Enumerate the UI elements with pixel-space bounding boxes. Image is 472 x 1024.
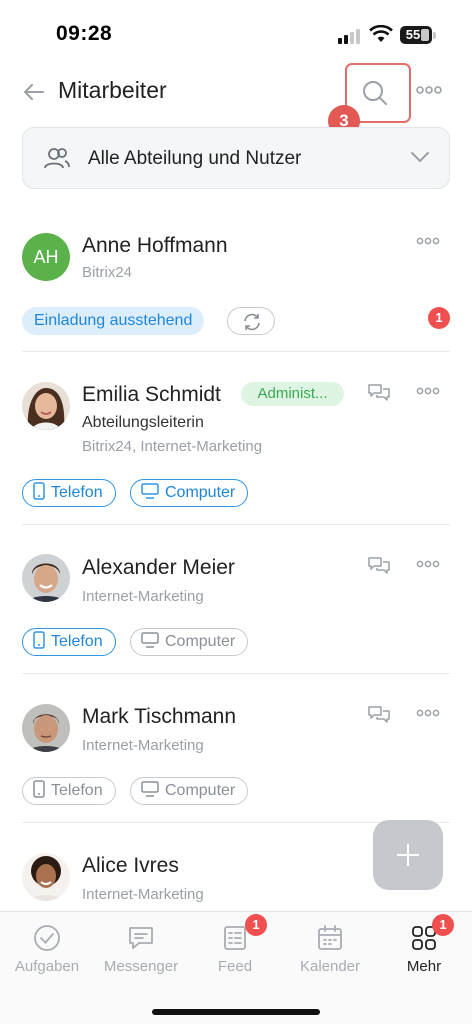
computer-icon	[141, 483, 159, 500]
notification-count-badge: 1	[428, 307, 450, 329]
calendar-icon	[318, 925, 342, 950]
tab-aufgaben[interactable]: Aufgaben	[0, 924, 94, 975]
users-icon	[44, 148, 70, 169]
more-dots-icon[interactable]	[416, 386, 440, 396]
employee-name: Alice Ivres	[82, 854, 179, 877]
computer-status-chip[interactable]: Computer	[130, 628, 249, 656]
employee-position: Abteilungsleiterin	[82, 414, 204, 431]
computer-status-chip[interactable]: Computer	[130, 479, 249, 507]
home-indicator[interactable]	[152, 1009, 320, 1015]
more-dots-icon[interactable]	[416, 559, 440, 569]
tasks-icon	[34, 925, 60, 951]
tab-messenger[interactable]: Messenger	[94, 924, 188, 975]
employee-department: Internet-Marketing	[82, 588, 204, 605]
back-arrow-icon[interactable]	[22, 80, 46, 104]
resend-invite-button[interactable]	[227, 307, 275, 335]
employee-department: Bitrix24, Internet-Marketing	[82, 438, 263, 455]
chat-icon[interactable]	[367, 704, 391, 724]
more-dots-icon[interactable]	[416, 708, 440, 718]
employee-name: Emilia Schmidt	[82, 383, 221, 406]
signal-icon	[338, 28, 364, 44]
page-title: Mitarbeiter	[58, 77, 167, 103]
more-notification-badge: 1	[432, 914, 454, 936]
invitation-pending-badge: Einladung ausstehend	[22, 307, 205, 335]
tab-kalender[interactable]: Kalender	[283, 924, 377, 975]
avatar	[22, 382, 70, 430]
bottom-tab-bar: Aufgaben Messenger Feed 1 Kalender Mehr	[0, 911, 472, 1024]
filter-label: Alle Abteilung und Nutzer	[88, 148, 302, 169]
status-bar: 09:28 55	[0, 0, 472, 60]
messenger-icon	[129, 927, 153, 949]
avatar	[22, 853, 70, 901]
more-dots-icon[interactable]	[416, 84, 442, 96]
phone-status-chip[interactable]: Telefon	[22, 479, 116, 507]
avatar	[22, 704, 70, 752]
computer-icon	[141, 632, 159, 649]
computer-icon	[141, 781, 159, 798]
search-icon	[363, 81, 387, 105]
phone-status-chip[interactable]: Telefon	[22, 628, 116, 656]
phone-icon	[33, 482, 45, 501]
add-employee-button[interactable]	[373, 820, 443, 890]
header: Mitarbeiter 3	[0, 60, 472, 137]
tab-feed[interactable]: Feed 1	[188, 914, 282, 975]
phone-icon	[33, 780, 45, 799]
chat-icon[interactable]	[367, 382, 391, 402]
avatar	[22, 554, 70, 602]
employee-name: Mark Tischmann	[82, 705, 237, 728]
employee-name: Anne Hoffmann	[82, 234, 228, 257]
more-dots-icon[interactable]	[416, 236, 440, 246]
department-filter-dropdown[interactable]: Alle Abteilung und Nutzer	[22, 127, 450, 189]
chat-icon[interactable]	[367, 555, 391, 575]
computer-status-chip[interactable]: Computer	[130, 777, 249, 805]
refresh-icon	[244, 313, 260, 331]
feed-notification-badge: 1	[245, 914, 267, 936]
employee-department: Internet-Marketing	[82, 737, 204, 754]
phone-icon	[33, 631, 45, 650]
avatar: AH	[22, 233, 70, 281]
employee-name: Alexander Meier	[82, 556, 235, 579]
employee-department: Internet-Marketing	[82, 886, 204, 903]
status-time: 09:28	[56, 22, 113, 45]
tab-mehr[interactable]: Mehr 1	[377, 914, 471, 975]
role-badge: Administ...	[241, 382, 344, 406]
battery-icon: 55	[400, 26, 432, 44]
employee-department: Bitrix24	[82, 264, 133, 281]
wifi-icon	[369, 25, 393, 42]
chevron-down-icon	[411, 152, 429, 163]
phone-status-chip[interactable]: Telefon	[22, 777, 116, 805]
